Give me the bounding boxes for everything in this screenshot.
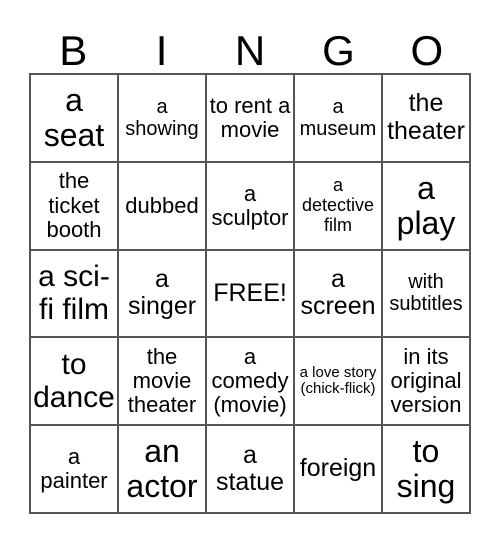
cell-label: the movie theater (127, 344, 197, 418)
cell-label: a seat (43, 81, 105, 153)
bingo-cell[interactable]: in its original version (382, 337, 470, 426)
cell-label: a sculptor (211, 180, 289, 230)
cell-label: a sci-fi film (38, 260, 110, 327)
cell-label: a screen (300, 264, 376, 321)
bingo-cell[interactable]: with subtitles (382, 249, 470, 338)
bingo-cell[interactable]: the ticket booth (30, 161, 118, 250)
bingo-cell[interactable]: a painter (30, 425, 118, 513)
cell-label: a museum (299, 95, 377, 140)
cell-label: a singer (127, 264, 197, 321)
bingo-cell[interactable]: a screen (294, 249, 382, 338)
bingo-cell[interactable]: the theater (382, 74, 470, 162)
bingo-cell[interactable]: a detective film (294, 161, 382, 250)
cell-label: foreign (299, 454, 377, 483)
bingo-cell[interactable]: a seat (30, 74, 118, 162)
bingo-cell[interactable]: a love story (chick-flick) (294, 337, 382, 426)
cell-label: a detective film (301, 175, 375, 235)
cell-label: with subtitles (389, 271, 463, 316)
bingo-cell[interactable]: to dance (30, 337, 118, 426)
bingo-header: B I N G O (29, 28, 471, 73)
cell-label: FREE! (213, 278, 287, 307)
bingo-cell[interactable]: a sculptor (206, 161, 294, 250)
bingo-grid: a seat a showing to rent a movie a museum th… (29, 73, 471, 514)
header-letter: N (234, 27, 266, 74)
cell-label: in its original version (390, 344, 462, 418)
cell-label: a love story (chick-flick) (299, 363, 377, 398)
bingo-cell[interactable]: a play (382, 161, 470, 250)
header-letter: B (59, 27, 88, 74)
cell-label: the theater (387, 89, 465, 145)
bingo-cell[interactable]: a sci-fi film (30, 249, 118, 338)
cell-label: a painter (40, 443, 108, 494)
bingo-cell[interactable]: to rent a movie (206, 74, 294, 162)
cell-label: a comedy (movie) (211, 344, 289, 418)
cell-label: a showing (125, 95, 199, 140)
bingo-cell[interactable]: an actor (118, 425, 206, 513)
cell-label: dubbed (125, 192, 199, 218)
cell-label: a play (396, 169, 456, 241)
header-letter: O (410, 27, 444, 74)
bingo-cell[interactable]: a museum (294, 74, 382, 162)
cell-label: a statue (215, 440, 285, 497)
bingo-cell[interactable]: a showing (118, 74, 206, 162)
cell-label: to sing (396, 432, 456, 505)
bingo-cell[interactable]: a comedy (movie) (206, 337, 294, 426)
bingo-cell[interactable]: dubbed (118, 161, 206, 250)
cell-label: to rent a movie (209, 92, 291, 142)
free-space-cell[interactable]: FREE! (206, 249, 294, 338)
header-letter: G (322, 27, 355, 74)
bingo-cell[interactable]: the movie theater (118, 337, 206, 426)
cell-label: an actor (126, 432, 198, 505)
cell-label: to dance (33, 348, 115, 415)
header-letter: I (155, 27, 168, 74)
cell-label: the ticket booth (46, 168, 102, 242)
bingo-cell[interactable]: a singer (118, 249, 206, 338)
bingo-cell[interactable]: foreign (294, 425, 382, 513)
bingo-cell[interactable]: to sing (382, 425, 470, 513)
bingo-cell[interactable]: a statue (206, 425, 294, 513)
